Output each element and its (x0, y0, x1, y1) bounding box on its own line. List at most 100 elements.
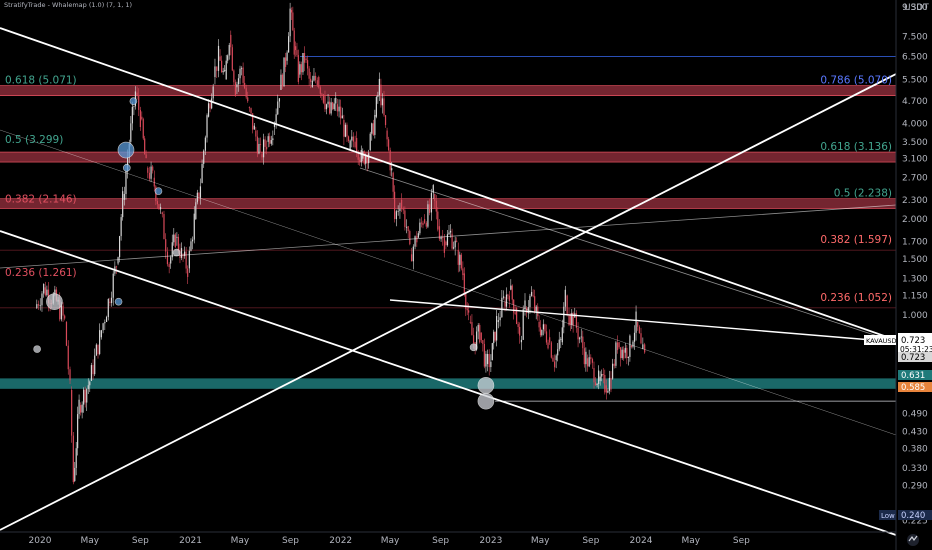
fib-zone-0 (0, 85, 896, 96)
candle-body (363, 151, 365, 164)
whale-marker-4 (122, 164, 131, 172)
candle-body (156, 201, 159, 205)
candle-body (228, 45, 230, 56)
candle (71, 386, 73, 443)
candle-body (490, 361, 492, 368)
candle-body (391, 168, 393, 171)
candle-body (469, 321, 471, 323)
candle-body (378, 78, 380, 96)
candle-body (340, 106, 342, 119)
candle-body (230, 34, 232, 48)
candle (344, 122, 347, 138)
candle-body (351, 136, 353, 141)
candle (293, 27, 295, 59)
candle (302, 52, 304, 75)
candle-body (630, 345, 633, 347)
candle-body (277, 101, 279, 115)
candle-body (75, 448, 77, 468)
candle-body (272, 138, 274, 141)
candle (122, 186, 124, 221)
price-chart[interactable]: 0.618 (5.071) 0.5 (3.299) 0.382 (2.146) 0.2… (0, 0, 932, 550)
candle-body (321, 93, 323, 95)
candle-body (538, 321, 540, 328)
candle-body (247, 97, 249, 102)
candle-body (190, 241, 192, 251)
candle (615, 340, 617, 369)
candle-body (552, 357, 554, 362)
time-tick-label: Sep (582, 536, 599, 546)
candle-body (198, 192, 200, 198)
candle-body (524, 300, 526, 310)
candle-body (616, 342, 619, 351)
candle-body (141, 116, 143, 120)
candle-body (644, 344, 646, 353)
time-tick-label: 2021 (179, 536, 202, 546)
candle-body (407, 226, 409, 232)
candle-body (92, 365, 94, 375)
candle-body (296, 50, 298, 56)
candle-body (638, 326, 640, 334)
candle (363, 150, 365, 166)
whale-marker-3 (117, 141, 135, 159)
candle-body (352, 136, 355, 142)
low-value-tag: 0.240 (901, 511, 925, 521)
candle-body (211, 98, 213, 109)
price-tick-label: 6.500 (902, 52, 928, 62)
candle (491, 342, 493, 361)
candle-body (374, 114, 376, 135)
candle-body (496, 316, 498, 341)
candle-body (233, 70, 235, 83)
candle-body (642, 344, 644, 350)
candle-body (416, 236, 418, 243)
candle-body (564, 289, 566, 307)
candle-body (177, 236, 180, 251)
candle-body (453, 247, 455, 249)
candle-body (161, 212, 163, 215)
price-tick-label: 1.150 (902, 292, 928, 302)
time-tick-label: Sep (132, 536, 149, 546)
candle-body (601, 373, 603, 377)
candle-body (389, 150, 391, 171)
candle-body (517, 324, 519, 327)
price-tag-631: 0.631 (901, 371, 925, 381)
fib-right-label-1: 0.618 (3.136) (820, 141, 892, 153)
candle-body (563, 306, 565, 328)
candle (142, 117, 144, 141)
tradingview-logo-icon[interactable] (907, 534, 919, 546)
price-tick-label: 2.000 (902, 215, 928, 225)
candle-body (176, 236, 178, 238)
candle-body (325, 104, 328, 110)
candle-body (115, 266, 118, 268)
fib-right-label-0: 0.786 (5.070) (820, 75, 892, 87)
candle-body (69, 369, 71, 381)
candle-body (520, 339, 523, 343)
candle-body (138, 95, 140, 110)
candle-body (454, 240, 456, 248)
candle-body (485, 353, 487, 367)
whale-marker-6 (154, 187, 163, 195)
chart-background (0, 0, 932, 550)
candle-body (360, 150, 362, 163)
candle-body (555, 355, 557, 361)
candle-body (532, 295, 534, 297)
candle-body (381, 98, 384, 106)
candle-body (231, 47, 233, 71)
fib-left-label-0: 0.618 (5.071) (5, 75, 77, 87)
candle (427, 200, 429, 229)
candle-body (375, 97, 377, 117)
candle (550, 341, 552, 359)
candle-body (550, 342, 552, 358)
candle-body (542, 324, 545, 330)
candle-body (118, 236, 121, 258)
candle-body (430, 192, 433, 213)
candle-body (537, 306, 539, 317)
price-tick-label: 7.500 (902, 33, 928, 43)
candle-body (97, 344, 99, 355)
candle-body (618, 342, 620, 348)
candle-body (590, 357, 592, 360)
time-tick-label: 2022 (329, 536, 352, 546)
candle-body (289, 8, 291, 37)
candle (369, 131, 371, 152)
candle-body (519, 326, 521, 336)
price-tick-label: 0.430 (902, 427, 928, 437)
